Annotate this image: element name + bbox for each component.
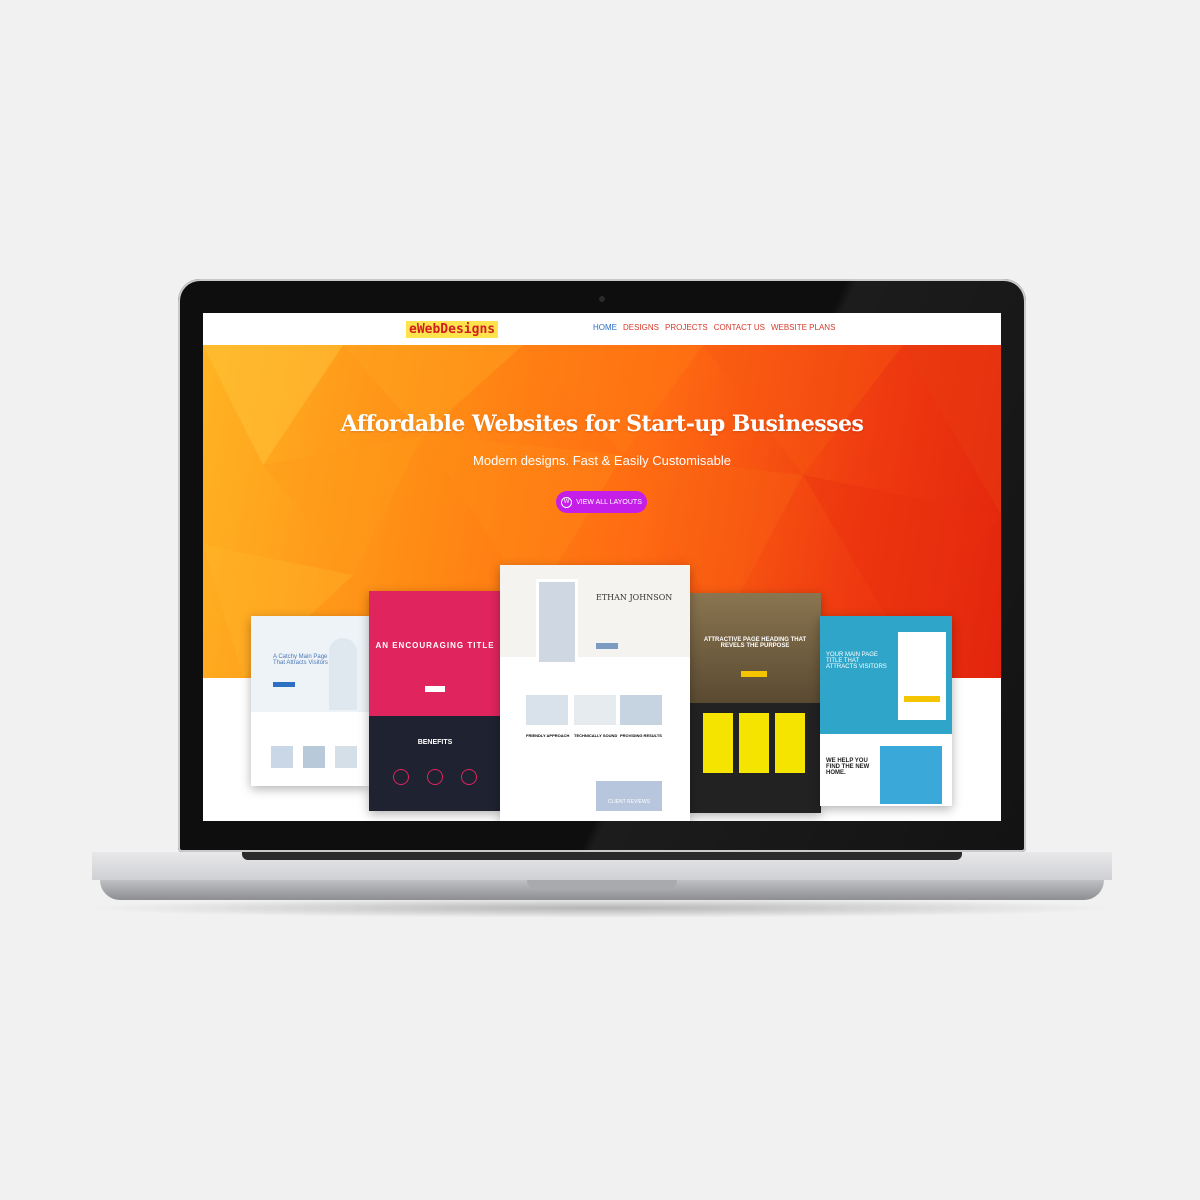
hero-title: Affordable Websites for Start-up Busines…: [340, 411, 864, 437]
laptop-screen: eWebDesigns HOME DESIGNS PROJECTS CONTAC…: [203, 313, 1001, 821]
menu-website-plans[interactable]: WEBSITE PLANS: [771, 323, 835, 332]
feature-label: TECHNICALLY SOUND: [574, 733, 618, 738]
cta-label: VIEW ALL LAYOUTS: [576, 498, 642, 506]
preview-header: [500, 565, 690, 657]
site-menu: HOME DESIGNS PROJECTS CONTACT US WEBSITE…: [593, 323, 835, 332]
preview-button: [425, 686, 445, 692]
wordpress-icon: W: [561, 496, 573, 508]
view-all-layouts-button[interactable]: W VIEW ALL LAYOUTS: [556, 491, 647, 513]
template-preview-pink[interactable]: AN ENCOURAGING TITLE BENEFITS: [369, 591, 501, 811]
webcam-icon: [599, 296, 605, 302]
preview-button: [596, 643, 618, 649]
preview-title: AN ENCOURAGING TITLE: [375, 641, 495, 650]
section-heading: WE HELP YOU FIND THE NEW HOME.: [826, 758, 870, 776]
portrait-image: [536, 579, 578, 665]
template-preview-medical[interactable]: A Catchy Main Page Title That Attracts V…: [251, 616, 369, 786]
menu-contact-us[interactable]: CONTACT US: [714, 323, 765, 332]
reviews-box: [596, 781, 662, 811]
feature-image: [526, 695, 568, 725]
laptop-base: [92, 852, 1112, 902]
thumb-image: [303, 746, 325, 768]
mic-icon: [427, 769, 443, 785]
thumb-image: [271, 746, 293, 768]
thumb-image: [335, 746, 357, 768]
feature-tile: [775, 713, 805, 773]
menu-home[interactable]: HOME: [593, 323, 617, 332]
doctor-image: [329, 638, 357, 710]
preview-button: [741, 671, 767, 677]
preview-button: [273, 682, 295, 687]
preview-title: ATTRACTIVE PAGE HEADING THAT REVELS THE …: [703, 637, 807, 649]
feature-label: FRIENDLY APPROACH: [526, 733, 570, 738]
feature-tile: [703, 713, 733, 773]
template-preview-personal[interactable]: ETHAN JOHNSON FRIENDLY APPROACH TECHNICA…: [500, 565, 690, 821]
feature-image: [574, 695, 616, 725]
preview-dark-section: [369, 716, 501, 811]
preview-title: YOUR MAIN PAGE TITLE THAT ATTRACTS VISIT…: [826, 652, 887, 670]
site-logo[interactable]: eWebDesigns: [406, 321, 499, 338]
person-name: ETHAN JOHNSON: [596, 593, 673, 602]
hero-subtitle: Modern designs. Fast & Easily Customisab…: [473, 453, 731, 468]
template-preview-construction[interactable]: ATTRACTIVE PAGE HEADING THAT REVELS THE …: [689, 593, 821, 813]
contact-form: [898, 632, 946, 720]
agent-photo: [880, 746, 942, 804]
reviews-heading: CLIENT REVIEWS: [607, 799, 651, 805]
feature-image: [620, 695, 662, 725]
feature-tile: [739, 713, 769, 773]
trackpad-notch: [527, 880, 677, 890]
menu-designs[interactable]: DESIGNS: [623, 323, 659, 332]
benefits-heading: BENEFITS: [417, 739, 453, 746]
star-icon: [461, 769, 477, 785]
laptop-lid: eWebDesigns HOME DESIGNS PROJECTS CONTAC…: [178, 279, 1026, 852]
site-navbar: eWebDesigns HOME DESIGNS PROJECTS CONTAC…: [203, 313, 1001, 346]
menu-projects[interactable]: PROJECTS: [665, 323, 708, 332]
template-preview-realestate[interactable]: YOUR MAIN PAGE TITLE THAT ATTRACTS VISIT…: [820, 616, 952, 806]
form-submit-button: [904, 696, 940, 702]
keyboard-edge: [242, 852, 962, 860]
heart-icon: [393, 769, 409, 785]
feature-label: PROVIDING RESULTS: [620, 733, 662, 738]
